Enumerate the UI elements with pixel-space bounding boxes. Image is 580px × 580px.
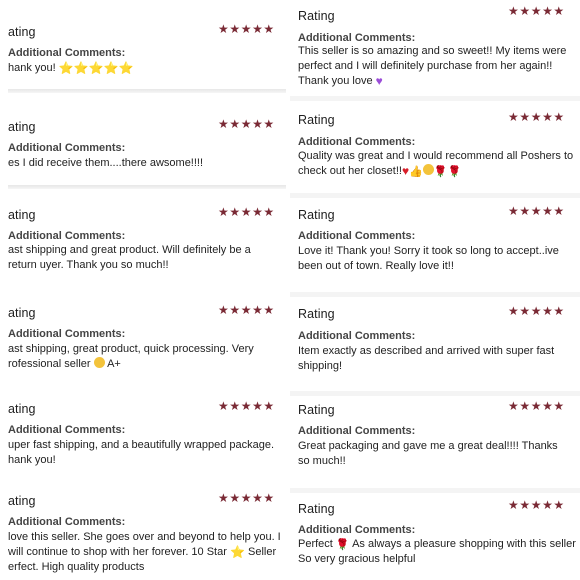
additional-comments-label: Additional Comments: [298,230,416,242]
rating-stars: ★★★★★ [218,22,275,36]
rating-stars: ★★★★★ [218,491,275,505]
purple-heart-icon: ♥ [375,74,383,88]
rating-label: ating [8,208,36,222]
star-emoji-icon: ⭐ [103,61,119,75]
star-emoji-icon: ⭐ [118,61,134,75]
star-emoji-icon: ⭐ [229,545,245,559]
review-card: ating ★★★★★ Additional Comments: ast shi… [0,292,285,388]
rating-stars: ★★★★★ [218,399,275,413]
rating-label: ating [8,494,36,508]
star-emoji-icon: ⭐ [58,61,74,75]
rating-stars: ★★★★★ [508,4,565,18]
review-comment: Item exactly as described and arrived wi… [298,345,555,372]
rating-label: Rating [298,307,335,321]
review-comment: Love it! Thank you! Sorry it took so lon… [298,245,559,272]
review-card: ating ★★★★★ Additional Comments: love th… [0,482,285,580]
review-text: hank you! [8,62,56,74]
review-card: ating ★★★★★ Additional Comments: ast shi… [0,193,285,289]
review-card: Rating ★★★★★ Additional Comments: Item e… [290,297,580,391]
review-text: ast shipping, great product, quick proce… [8,343,254,370]
additional-comments-label: Additional Comments: [298,136,416,148]
thumbs-up-icon: 👍 [409,166,423,178]
additional-comments-label: Additional Comments: [8,142,126,154]
review-card: ating ★★★★★ Additional Comments: hank yo… [0,0,285,88]
rating-stars: ★★★★★ [508,110,565,124]
star-emoji-icon: ⭐ [88,61,104,75]
rating-stars: ★★★★★ [508,498,565,512]
rating-label: ating [8,306,36,320]
rating-stars: ★★★★★ [508,204,565,218]
review-comment: Great packaging and gave me a great deal… [298,440,558,467]
smile-emoji-icon [422,164,434,175]
card-divider [8,89,286,93]
review-comment: ast shipping, great product, quick proce… [8,342,270,372]
review-card: Rating ★★★★★ Additional Comments: Love i… [290,198,580,292]
review-card: ating ★★★★★ Additional Comments: es I di… [0,100,285,186]
review-comment: This seller is so amazing and so sweet!!… [298,44,570,89]
additional-comments-label: Additional Comments: [8,47,126,59]
grin-emoji-icon [93,357,105,368]
rating-label: Rating [298,9,335,23]
rating-label: Rating [298,502,335,516]
rating-label: Rating [298,403,335,417]
review-card: ating ★★★★★ Additional Comments: uper fa… [0,389,285,481]
additional-comments-label: Additional Comments: [8,230,126,242]
review-comment: love this seller. She goes over and beyo… [8,530,282,575]
review-card: Rating ★★★★★ Additional Comments: Perfec… [290,493,580,580]
rating-label: ating [8,402,36,416]
card-divider [8,185,286,189]
review-card: Rating ★★★★★ Additional Comments: Qualit… [290,101,580,193]
rating-label: Rating [298,208,335,222]
review-comment: ast shipping and great product. Will def… [8,244,251,271]
additional-comments-label: Additional Comments: [8,516,126,528]
rose-icon: 🌹 [447,166,462,178]
rating-stars: ★★★★★ [508,304,565,318]
review-comment: hank you! ⭐⭐⭐⭐⭐ [8,61,288,76]
star-emoji-icon: ⭐ [73,61,89,75]
rating-stars: ★★★★★ [218,117,275,131]
rating-label: Rating [298,113,335,127]
review-card: Rating ★★★★★ Additional Comments: This s… [290,0,580,96]
additional-comments-label: Additional Comments: [298,524,416,536]
review-text: This seller is so amazing and so sweet!!… [298,45,567,87]
review-card: Rating ★★★★★ Additional Comments: Great … [290,396,580,488]
review-comment: es I did receive them....there awsome!!!… [8,157,204,169]
rating-stars: ★★★★★ [218,303,275,317]
rating-stars: ★★★★★ [218,205,275,219]
additional-comments-label: Additional Comments: [8,424,126,436]
review-text-tail: A+ [107,358,121,370]
additional-comments-label: Additional Comments: [8,328,126,340]
rose-icon: 🌹 [335,539,350,551]
rose-icon: 🌹 [433,166,448,178]
rating-label: ating [8,120,36,134]
review-comment: Perfect 🌹 As always a pleasure shopping … [298,537,578,567]
red-heart-icon: ♥ [401,164,410,178]
review-comment: Quality was great and I would recommend … [298,149,578,179]
rating-label: ating [8,25,36,39]
review-comment: uper fast shipping, and a beautifully wr… [8,439,275,466]
additional-comments-label: Additional Comments: [298,330,416,342]
additional-comments-label: Additional Comments: [298,425,416,437]
additional-comments-label: Additional Comments: [298,32,416,44]
review-text: Perfect [298,538,333,550]
rating-stars: ★★★★★ [508,399,565,413]
